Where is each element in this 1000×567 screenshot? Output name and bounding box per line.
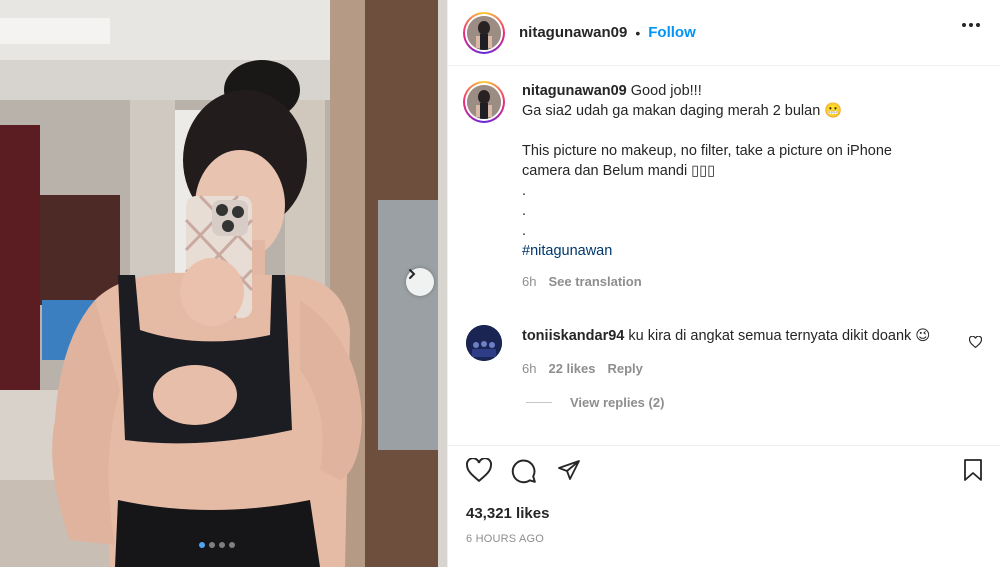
caption-username[interactable]: nitagunawan09 bbox=[522, 83, 627, 99]
caption-dot-1: . bbox=[522, 183, 527, 199]
comment-meta: 6h 22 likes Reply bbox=[522, 361, 986, 376]
post-timestamp: 6 HOURS AGO bbox=[466, 533, 544, 545]
comment-body: ku kira di angkat semua ternyata dikit d… bbox=[628, 328, 931, 344]
author-username[interactable]: nitagunawan09 bbox=[519, 24, 627, 41]
caption-text: nitagunawan09 Good job!!! Ga sia2 udah g… bbox=[522, 81, 983, 261]
commenter-username[interactable]: toniiskandar94 bbox=[522, 328, 624, 344]
caption-avatar[interactable] bbox=[463, 81, 505, 123]
share-icon[interactable] bbox=[556, 458, 582, 487]
caption-line-3: This picture no makeup, no filter, take … bbox=[522, 143, 892, 159]
carousel-dot bbox=[219, 542, 225, 548]
like-count[interactable]: 43,321 likes bbox=[466, 505, 549, 522]
save-bookmark-icon[interactable] bbox=[962, 458, 984, 487]
comment-icon[interactable] bbox=[511, 458, 537, 489]
caption-time: 6h bbox=[522, 274, 537, 289]
profile-picture-icon bbox=[467, 85, 501, 119]
commenter-avatar[interactable] bbox=[466, 325, 502, 361]
chevron-right-icon bbox=[409, 269, 416, 279]
follow-button[interactable]: Follow bbox=[648, 24, 696, 41]
action-bar bbox=[448, 445, 1000, 497]
post-caption: nitagunawan09 Good job!!! Ga sia2 udah g… bbox=[463, 81, 983, 289]
profile-picture-icon bbox=[467, 15, 501, 50]
like-comment-icon[interactable] bbox=[968, 335, 983, 353]
comment-text: toniiskandar94 ku kira di angkat semua t… bbox=[522, 325, 962, 346]
carousel-dot bbox=[229, 542, 235, 548]
view-replies-button[interactable]: View replies (2) bbox=[526, 395, 986, 410]
next-slide-button[interactable] bbox=[406, 268, 434, 296]
replies-divider bbox=[526, 402, 552, 403]
comment-item: toniiskandar94 ku kira di angkat semua t… bbox=[466, 325, 986, 410]
separator-dot: • bbox=[635, 24, 641, 41]
comments-section: nitagunawan09 Good job!!! Ga sia2 udah g… bbox=[448, 67, 1000, 445]
like-icon[interactable] bbox=[465, 457, 493, 487]
post-details-panel: nitagunawan09 • Follow nitagunawan09 Goo… bbox=[447, 0, 1000, 567]
author-avatar[interactable] bbox=[463, 11, 505, 54]
caption-meta: 6h See translation bbox=[522, 274, 983, 289]
see-translation-link[interactable]: See translation bbox=[548, 274, 641, 289]
carousel-dot bbox=[209, 542, 215, 548]
comment-likes[interactable]: 22 likes bbox=[548, 361, 595, 376]
reply-button[interactable]: Reply bbox=[607, 361, 642, 376]
post-photo[interactable] bbox=[0, 0, 447, 567]
post-header: nitagunawan09 • Follow bbox=[448, 0, 1000, 66]
view-replies-label: View replies (2) bbox=[570, 395, 665, 410]
mirror-selfie-image bbox=[0, 0, 447, 567]
caption-line-1: Good job!!! bbox=[630, 83, 702, 99]
caption-line-2: Ga sia2 udah ga makan daging merah 2 bul… bbox=[522, 103, 843, 119]
caption-dot-3: . bbox=[522, 223, 527, 239]
comment-time: 6h bbox=[522, 361, 537, 376]
hashtag-link[interactable]: #nitagunawan bbox=[522, 241, 983, 261]
caption-dot-2: . bbox=[522, 203, 527, 219]
caption-line-4: camera dan Belum mandi ▯▯▯ bbox=[522, 163, 716, 179]
more-options-icon[interactable] bbox=[962, 23, 980, 27]
carousel-dot-active bbox=[199, 542, 205, 548]
carousel-indicator bbox=[199, 542, 235, 548]
profile-picture-icon bbox=[466, 325, 502, 361]
